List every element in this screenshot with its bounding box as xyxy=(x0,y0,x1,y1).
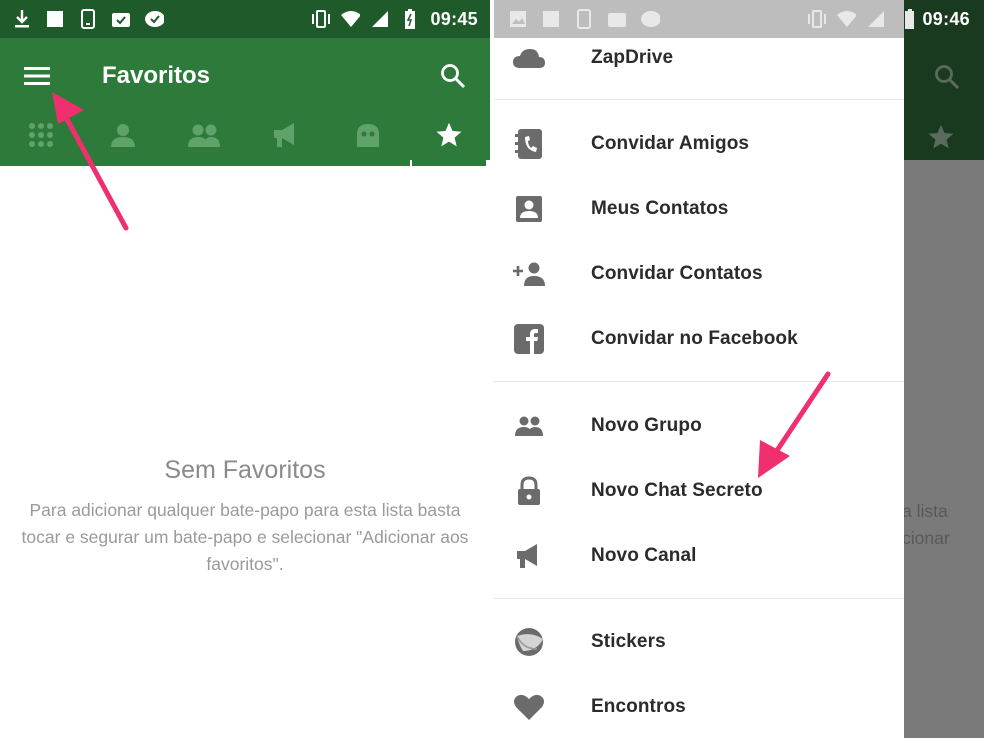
drawer-item-label: Convidar no Facebook xyxy=(591,328,798,349)
tab-underline xyxy=(0,160,410,166)
facebook-icon xyxy=(512,322,546,356)
background-text: a lista cionar xyxy=(902,501,950,548)
star-icon xyxy=(434,121,464,154)
group-icon xyxy=(512,409,546,443)
signal-icon xyxy=(370,9,390,29)
megaphone-icon xyxy=(272,122,300,153)
drawer-screen: a lista cionar 09:46 ZapDrive Convidar A… xyxy=(494,0,984,738)
page-title: Favoritos xyxy=(102,62,211,89)
drawer-item-new-group[interactable]: Novo Grupo xyxy=(494,394,904,458)
group-icon xyxy=(187,122,221,153)
phone-notification-icon xyxy=(78,9,98,29)
bot-icon xyxy=(355,122,381,153)
favorites-screen: 09:45 Favoritos Sem Favoritos Para adici… xyxy=(0,0,490,738)
divider xyxy=(494,99,904,100)
vibrate-icon xyxy=(310,9,331,29)
add-person-icon xyxy=(512,257,546,291)
battery-icon xyxy=(400,9,420,29)
drawer-item-label: Meus Contatos xyxy=(591,198,729,219)
heart-icon xyxy=(512,690,546,724)
battery-icon xyxy=(905,9,915,29)
lock-icon xyxy=(512,474,546,508)
drawer-item-label: Encontros xyxy=(591,696,686,717)
drawer-item-zapdrive[interactable]: ZapDrive xyxy=(494,26,904,90)
status-bar: 09:45 xyxy=(0,0,490,38)
drawer-item-invite-friends[interactable]: Convidar Amigos xyxy=(494,112,904,176)
tab-bots[interactable] xyxy=(327,114,409,160)
tab-channels[interactable] xyxy=(245,114,327,160)
drawer-item-label: Novo Grupo xyxy=(591,415,702,436)
dialpad-icon xyxy=(28,122,54,153)
drawer-item-label: Stickers xyxy=(591,631,666,652)
navigation-drawer: ZapDrive Convidar Amigos Meus Contatos C… xyxy=(494,38,904,738)
wifi-icon xyxy=(340,9,361,29)
tab-favorites[interactable] xyxy=(408,114,490,166)
app-bar: Favoritos xyxy=(0,38,490,114)
task-notification-icon xyxy=(111,9,131,29)
drawer-item-invite-facebook[interactable]: Convidar no Facebook xyxy=(494,307,904,371)
tab-contacts[interactable] xyxy=(82,114,164,160)
download-icon xyxy=(12,9,32,29)
status-time: 09:45 xyxy=(430,8,478,29)
search-icon xyxy=(935,65,960,90)
square-notification-icon xyxy=(45,9,65,29)
person-icon xyxy=(110,122,136,153)
chat-notification-icon xyxy=(144,9,164,29)
star-icon xyxy=(928,124,954,149)
drawer-item-encounters[interactable]: Encontros xyxy=(494,675,904,738)
hamburger-menu-icon[interactable] xyxy=(20,59,54,93)
drawer-item-my-contacts[interactable]: Meus Contatos xyxy=(494,177,904,241)
background-app-overlay: a lista cionar xyxy=(902,0,984,738)
phonebook-icon xyxy=(512,127,546,161)
empty-state: Sem Favoritos Para adicionar qualquer ba… xyxy=(0,456,490,578)
drawer-item-label: Novo Chat Secreto xyxy=(591,480,763,501)
tab-groups[interactable] xyxy=(163,114,245,160)
divider xyxy=(494,381,904,382)
megaphone-icon xyxy=(512,539,546,573)
status-time: 09:46 xyxy=(922,8,970,29)
drawer-item-label: ZapDrive xyxy=(591,47,674,68)
empty-state-text: Para adicionar qualquer bate-papo para e… xyxy=(21,500,469,574)
search-icon[interactable] xyxy=(436,59,470,93)
empty-state-title: Sem Favoritos xyxy=(164,456,326,484)
drawer-item-label: Convidar Contatos xyxy=(591,263,763,284)
drawer-item-new-channel[interactable]: Novo Canal xyxy=(494,524,904,588)
drawer-item-label: Convidar Amigos xyxy=(591,133,750,154)
drawer-item-stickers[interactable]: Stickers xyxy=(494,610,904,674)
contact-card-icon xyxy=(512,192,546,226)
cloud-icon xyxy=(512,41,546,75)
drawer-item-new-secret-chat[interactable]: Novo Chat Secreto xyxy=(494,459,904,523)
tab-bar xyxy=(0,114,490,166)
tab-dialpad[interactable] xyxy=(0,114,82,160)
divider xyxy=(494,598,904,599)
drawer-item-invite-contacts[interactable]: Convidar Contatos xyxy=(494,242,904,306)
sticker-icon xyxy=(512,625,546,659)
drawer-item-label: Novo Canal xyxy=(591,545,697,566)
